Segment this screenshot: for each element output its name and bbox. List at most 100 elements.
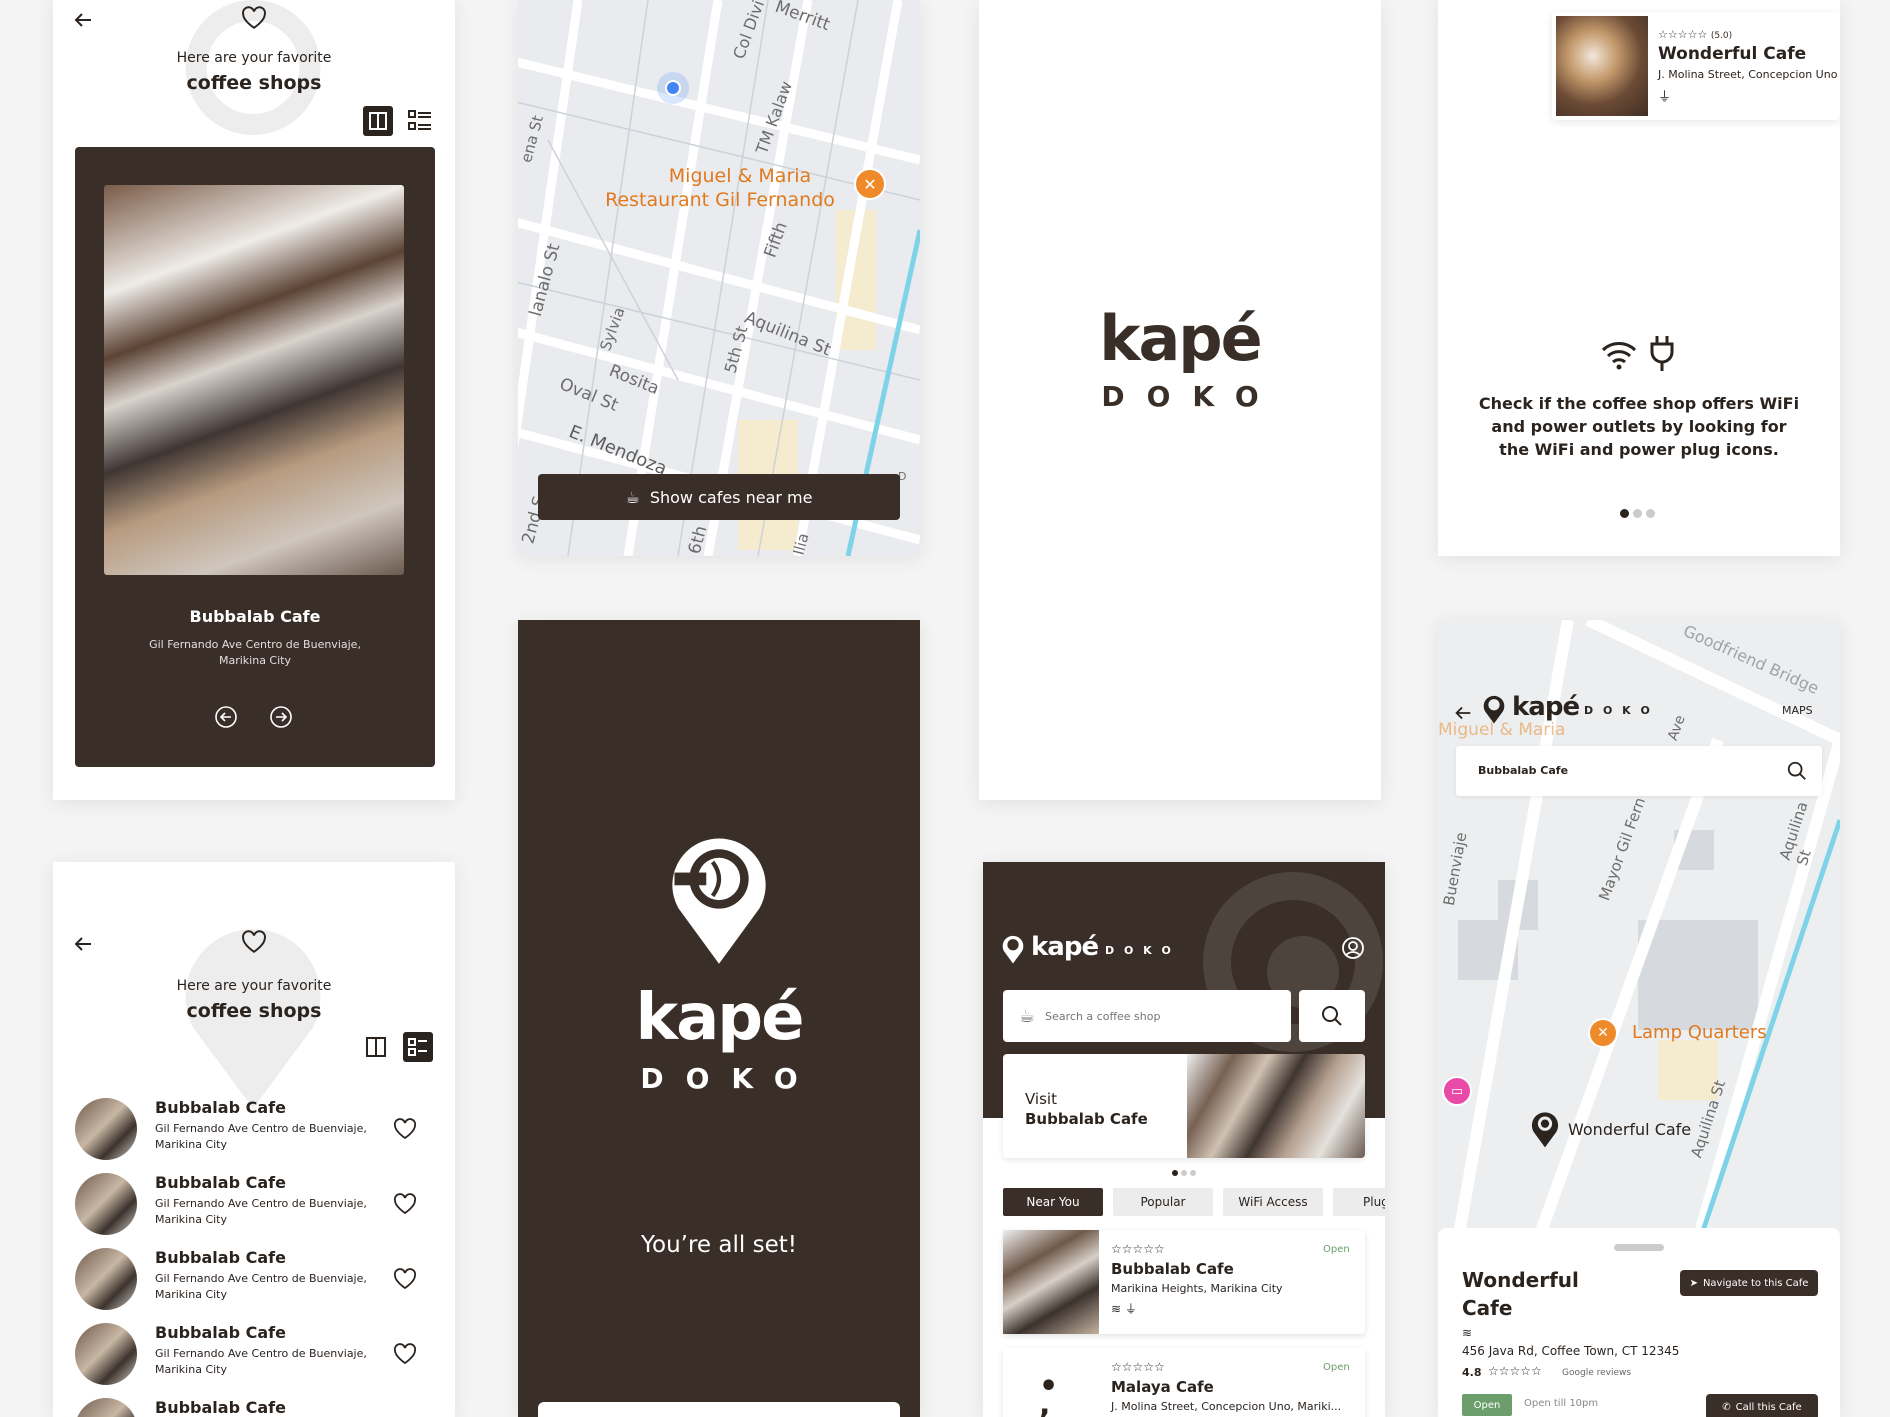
pagination-dots[interactable] bbox=[1620, 509, 1655, 518]
sheet-rating: 4.8 bbox=[1462, 1366, 1482, 1379]
avatar bbox=[75, 1398, 137, 1417]
avatar bbox=[75, 1323, 137, 1385]
phone-icon: ✆ bbox=[1722, 1401, 1731, 1413]
map-search-value[interactable]: Bubbalab Cafe bbox=[1478, 764, 1568, 777]
sheet-handle[interactable] bbox=[1614, 1244, 1664, 1251]
banner-dots[interactable] bbox=[1172, 1170, 1196, 1176]
list-item[interactable]: Bubbalab Cafe Gil Fernando Ave Centro de… bbox=[75, 1098, 435, 1164]
item-name: Bubbalab Cafe bbox=[155, 1098, 286, 1117]
sheet-stars: ☆☆☆☆☆ bbox=[1488, 1364, 1542, 1378]
heading-line1: Here are your favorite bbox=[176, 978, 332, 994]
avatar bbox=[75, 1098, 137, 1160]
tab-plug[interactable]: Plug bbox=[1333, 1188, 1385, 1216]
cafe-sheet[interactable]: Wonderful Cafe ➤ Navigate to this Cafe ≋… bbox=[1438, 1228, 1840, 1417]
result-status: Open bbox=[1323, 1362, 1350, 1373]
item-address-1: Gil Fernando Ave Centro de Buenviaje, bbox=[155, 1197, 367, 1210]
prev-arrow-icon[interactable] bbox=[214, 705, 238, 733]
show-cafes-button[interactable]: ☕ Show cafes near me bbox=[538, 474, 900, 520]
navigate-button[interactable]: ➤ Navigate to this Cafe bbox=[1680, 1270, 1818, 1296]
visit-cafe: Bubbalab Cafe bbox=[1025, 1110, 1148, 1128]
hotel-pin-icon[interactable]: ▭ bbox=[1442, 1076, 1472, 1106]
poi-wonderful-cafe[interactable]: Wonderful Cafe bbox=[1568, 1120, 1691, 1139]
all-set-screen: kapé DOKO You’re all set! bbox=[518, 620, 920, 1417]
list-item[interactable]: Bubbalab Cafe Gil Fernando Ave Centro de… bbox=[75, 1323, 435, 1389]
cafe-card[interactable]: Bubbalab Cafe Gil Fernando Ave Centro de… bbox=[75, 147, 435, 767]
search-icon[interactable] bbox=[1786, 760, 1808, 782]
sheet-title-line1: Wonderful bbox=[1462, 1268, 1579, 1292]
visit-banner[interactable]: Visit Bubbalab Cafe bbox=[1003, 1054, 1365, 1158]
result-photo bbox=[1003, 1230, 1099, 1334]
onboarding-screen: ☆☆☆☆☆ (5.0) Wonderful Cafe J. Molina Str… bbox=[1438, 0, 1840, 556]
tab-popular[interactable]: Popular bbox=[1113, 1188, 1213, 1216]
result-card[interactable]: ☆☆☆☆☆ Open Bubbalab Cafe Marikina Height… bbox=[1003, 1230, 1365, 1334]
heart-icon[interactable] bbox=[241, 6, 267, 34]
back-arrow-icon[interactable] bbox=[1452, 702, 1474, 728]
heart-icon[interactable] bbox=[393, 1193, 417, 1219]
heart-icon[interactable] bbox=[393, 1268, 417, 1294]
list-item[interactable]: Bubbalab Cafe Gil Fernando Ave Centro de… bbox=[75, 1248, 435, 1314]
plug-icon bbox=[1648, 334, 1676, 376]
search-box[interactable]: ☕ bbox=[1003, 990, 1291, 1042]
example-rating: (5.0) bbox=[1710, 31, 1733, 41]
restaurant-pin-icon[interactable]: ✕ bbox=[854, 168, 886, 200]
continue-button[interactable] bbox=[538, 1402, 900, 1417]
search-icon bbox=[1322, 1006, 1342, 1026]
item-name: Bubbalab Cafe bbox=[155, 1323, 286, 1342]
item-address-2: Marikina City bbox=[155, 1288, 228, 1301]
show-cafes-label: Show cafes near me bbox=[649, 487, 813, 507]
card-view-toggle[interactable] bbox=[363, 1034, 389, 1064]
visit-label: Visit bbox=[1025, 1090, 1057, 1108]
cafe-photo bbox=[104, 185, 404, 575]
search-button[interactable] bbox=[1299, 990, 1365, 1042]
list-view-toggle[interactable] bbox=[407, 108, 433, 138]
list-item[interactable]: Bubbalab Cafe bbox=[75, 1398, 435, 1417]
logo-pin-icon bbox=[666, 830, 772, 970]
poi-lamp-quarters[interactable]: Lamp Quarters bbox=[1632, 1022, 1767, 1043]
item-address-2: Marikina City bbox=[155, 1363, 228, 1376]
heart-icon[interactable] bbox=[393, 1118, 417, 1144]
map-brand: kapé bbox=[1512, 692, 1580, 722]
poi-label-line1: Miguel & Maria bbox=[668, 165, 812, 187]
card-view-toggle[interactable] bbox=[363, 106, 393, 136]
cafe-pin-icon[interactable] bbox=[1530, 1110, 1560, 1152]
back-arrow-icon[interactable] bbox=[71, 932, 95, 960]
example-cafe-address: J. Molina Street, Concepcion Uno bbox=[1658, 68, 1838, 81]
poi-label-line2: Restaurant Gil Fernando bbox=[605, 189, 835, 211]
next-arrow-icon[interactable] bbox=[269, 705, 293, 733]
item-name: Bubbalab Cafe bbox=[155, 1173, 286, 1192]
lamp-pin-icon[interactable]: ✕ bbox=[1588, 1018, 1618, 1048]
home-screen: kapé D O K O ☕ Visit Bubbalab Cafe Near … bbox=[983, 862, 1385, 1417]
all-set-logo: kapé DOKO bbox=[518, 986, 920, 1095]
result-address: J. Molina Street, Concepcion Uno, Mariki… bbox=[1111, 1400, 1342, 1413]
sheet-address: 456 Java Rd, Coffee Town, CT 12345 bbox=[1462, 1344, 1680, 1358]
back-arrow-icon[interactable] bbox=[71, 8, 95, 36]
tab-near-you[interactable]: Near You bbox=[1003, 1188, 1103, 1216]
result-card[interactable]: •, ☆☆☆☆☆ Open Malaya Cafe J. Molina Stre… bbox=[1003, 1348, 1365, 1417]
splash-screen: kapé DOKO bbox=[979, 0, 1381, 800]
example-rating-stars: ☆☆☆☆☆ (5.0) bbox=[1658, 28, 1733, 41]
item-name: Bubbalab Cafe bbox=[155, 1248, 286, 1267]
result-name: Malaya Cafe bbox=[1111, 1378, 1214, 1396]
open-until: Open till 10pm bbox=[1524, 1398, 1599, 1409]
map-roads bbox=[518, 0, 920, 556]
call-label: Call this Cafe bbox=[1735, 1401, 1802, 1413]
cafe-address-1: Gil Fernando Ave Centro de Buenviaje, bbox=[149, 638, 361, 651]
tab-wifi-access[interactable]: WiFi Access bbox=[1223, 1188, 1323, 1216]
map-sub: D O K O bbox=[1584, 704, 1653, 717]
example-plug-icon: ⏚ bbox=[1658, 90, 1672, 105]
search-input[interactable] bbox=[1045, 1009, 1266, 1023]
poi-label[interactable]: Miguel & Maria Restaurant Gil Fernando bbox=[605, 164, 870, 212]
example-cafe-card: ☆☆☆☆☆ (5.0) Wonderful Cafe J. Molina Str… bbox=[1552, 12, 1840, 120]
maps-label: MAPS bbox=[1782, 704, 1813, 717]
result-logo-icon: •, bbox=[1039, 1369, 1059, 1417]
result-amenity-icons: ≋ ⏚ bbox=[1111, 1302, 1137, 1316]
result-status: Open bbox=[1323, 1244, 1350, 1255]
navigate-arrow-icon: ➤ bbox=[1689, 1277, 1698, 1289]
list-view-toggle[interactable] bbox=[403, 1032, 433, 1062]
profile-icon[interactable] bbox=[1341, 936, 1365, 964]
map-search-box[interactable]: Bubbalab Cafe bbox=[1456, 746, 1822, 796]
list-item[interactable]: Bubbalab Cafe Gil Fernando Ave Centro de… bbox=[75, 1173, 435, 1239]
call-button[interactable]: ✆ Call this Cafe bbox=[1706, 1394, 1818, 1417]
heart-icon[interactable] bbox=[393, 1343, 417, 1369]
heart-icon[interactable] bbox=[241, 930, 267, 958]
